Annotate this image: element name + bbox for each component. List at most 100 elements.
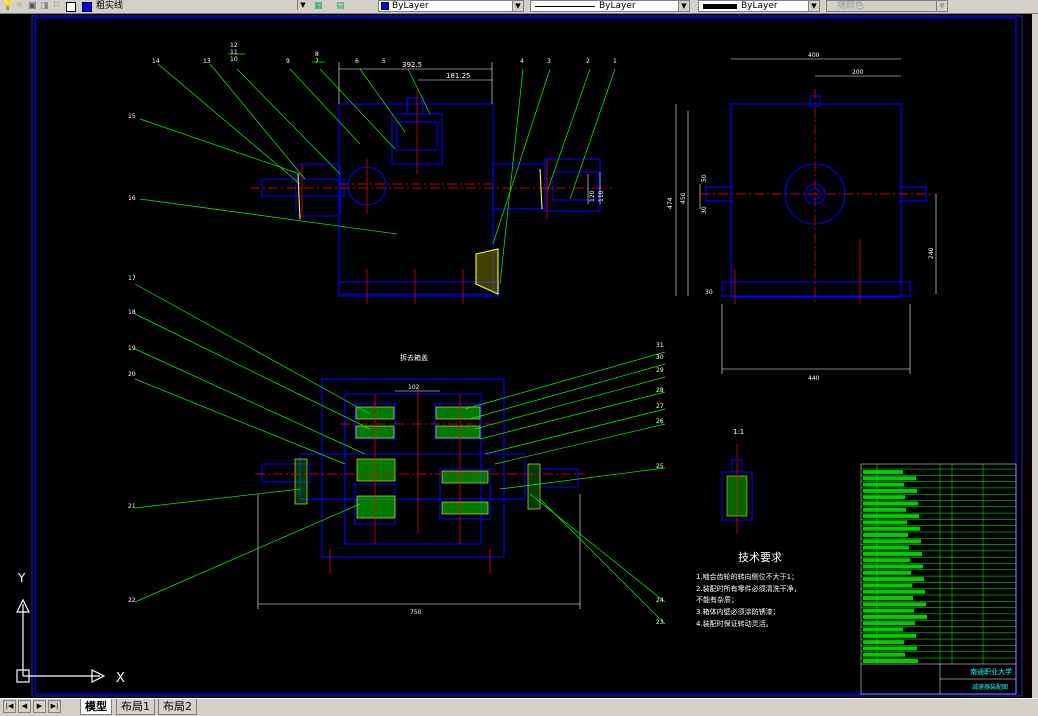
- side-dims: [675, 58, 937, 374]
- plot-icon[interactable]: ⚐: [52, 0, 60, 12]
- svg-text:7: 7: [315, 58, 319, 65]
- dim-text: 750: [410, 609, 422, 616]
- dim-text: 110: [598, 190, 605, 202]
- parts-row-fill: [863, 564, 923, 569]
- last-tab-icon[interactable]: ▶|: [48, 700, 61, 713]
- parts-row-fill: [863, 627, 903, 632]
- parts-row-fill: [863, 470, 903, 474]
- parts-row-fill: [863, 608, 914, 613]
- tech-line: 不能有杂质；: [696, 595, 738, 604]
- lineweight-preview: [703, 3, 737, 9]
- svg-text:10: 10: [230, 56, 238, 63]
- section-balloons: 17 18 19 20 21 22 31 30 29 28 27 26 25 2…: [128, 275, 664, 626]
- svg-text:400: 400: [808, 52, 820, 59]
- parts-row-fill: [863, 507, 906, 512]
- layer-states-icon[interactable]: ▤: [336, 0, 345, 12]
- svg-text:29: 29: [656, 367, 664, 374]
- vertical-scrollbar[interactable]: [1032, 14, 1038, 698]
- front-balloons: 14 13 12 11 10 9 8 7 6 5 4 3 2 1 15 16: [128, 42, 617, 202]
- color-swatch-icon[interactable]: ◨: [40, 0, 49, 12]
- svg-text:30: 30: [656, 354, 664, 361]
- svg-text:22: 22: [128, 597, 136, 604]
- parts-row-fill: [863, 514, 919, 519]
- parts-row-fill: [863, 501, 918, 506]
- title-block-name: 减速器装配图: [972, 683, 1008, 691]
- svg-text:1: 1: [613, 58, 617, 65]
- layer-color-swatch: [66, 2, 76, 12]
- svg-text:11: 11: [230, 49, 238, 56]
- parts-row-fill: [863, 621, 915, 626]
- svg-text:14: 14: [152, 58, 160, 65]
- front-leaders: [139, 53, 616, 285]
- svg-text:31: 31: [656, 342, 664, 349]
- dim-text: 392.5: [402, 61, 422, 69]
- parts-row-fill: [863, 545, 909, 550]
- parts-row-fill: [863, 526, 920, 531]
- layout-tabs: |◀ ◀ ▶ ▶| 模型 布局1 布局2: [0, 698, 1038, 716]
- svg-text:200: 200: [852, 69, 864, 76]
- svg-text:12: 12: [230, 42, 238, 49]
- tab-layout2[interactable]: 布局2: [158, 699, 197, 715]
- svg-text:13: 13: [203, 58, 211, 65]
- tab-model[interactable]: 模型: [80, 699, 112, 715]
- parts-row-fill: [863, 539, 921, 544]
- parts-row-fill: [863, 533, 908, 537]
- detail-label: 1:1: [733, 428, 744, 436]
- svg-text:16: 16: [128, 195, 136, 202]
- svg-text:30: 30: [701, 206, 708, 214]
- layer-dropdown-arrow[interactable]: ▼: [296, 0, 308, 12]
- first-tab-icon[interactable]: |◀: [3, 700, 16, 713]
- parts-row-fill: [863, 520, 907, 525]
- svg-text:28: 28: [656, 387, 664, 394]
- tech-line: 1.啮合齿轮的转向侧位不大于1；: [696, 572, 798, 581]
- prev-tab-icon[interactable]: ◀: [18, 700, 31, 713]
- front-dims: [338, 62, 601, 204]
- dim-text: 181.25: [446, 72, 471, 80]
- svg-text:17: 17: [128, 275, 136, 282]
- color-dropdown[interactable]: ByLayer ▼: [378, 0, 524, 12]
- chevron-down-icon: ▼: [936, 1, 947, 11]
- layer-previous-icon[interactable]: ▦: [314, 0, 323, 12]
- side-centerlines: [700, 89, 935, 304]
- tab-layout1[interactable]: 布局1: [116, 699, 155, 715]
- outer-frame: [31, 15, 1023, 697]
- side-view: [705, 95, 927, 298]
- layer-name: 粗实线: [96, 1, 124, 11]
- sun-icon[interactable]: ☼: [15, 0, 23, 12]
- parts-row-fill: [863, 659, 918, 663]
- dim-text: 102: [408, 384, 420, 391]
- lineweight-dropdown[interactable]: ByLayer ▼: [698, 0, 820, 12]
- svg-text:20: 20: [128, 371, 136, 378]
- svg-text:9: 9: [286, 58, 290, 65]
- lock-icon[interactable]: ▣: [28, 0, 37, 12]
- chevron-down-icon: ▼: [512, 1, 523, 11]
- plotstyle-dropdown[interactable]: 随颜色 ▼: [826, 0, 948, 12]
- svg-text:25: 25: [656, 463, 664, 470]
- svg-text:2: 2: [586, 58, 590, 65]
- parts-row-fill: [863, 570, 911, 575]
- parts-row-fill: [863, 583, 912, 588]
- svg-text:50: 50: [701, 174, 708, 182]
- svg-text:27: 27: [656, 403, 664, 410]
- front-view: [250, 97, 612, 297]
- svg-text:474: 474: [667, 197, 674, 209]
- svg-text:5: 5: [382, 58, 386, 65]
- drawing-canvas[interactable]: 392.5 181.25 120 110 14 13 12 11 10 9 8 …: [0, 14, 1038, 698]
- parts-row-fill: [863, 640, 904, 645]
- svg-text:3: 3: [547, 58, 551, 65]
- parts-row-fill: [863, 596, 913, 600]
- parts-list-fills: [863, 470, 927, 663]
- parts-row-fill: [863, 482, 904, 487]
- svg-text:450: 450: [680, 192, 687, 204]
- linetype-preview: [535, 5, 595, 7]
- lightbulb-icon[interactable]: 💡: [2, 0, 13, 12]
- linetype-dropdown[interactable]: ByLayer ▼: [530, 0, 690, 12]
- tech-line: 4.装配时保证转动灵活。: [696, 619, 773, 628]
- next-tab-icon[interactable]: ▶: [33, 700, 46, 713]
- svg-text:24: 24: [656, 597, 664, 604]
- tech-title: 技术要求: [738, 551, 782, 564]
- layer-color-swatch-2: [82, 2, 92, 12]
- chevron-down-icon: ▼: [297, 0, 308, 10]
- ucs-icon: [16, 598, 106, 683]
- svg-text:23: 23: [656, 619, 664, 626]
